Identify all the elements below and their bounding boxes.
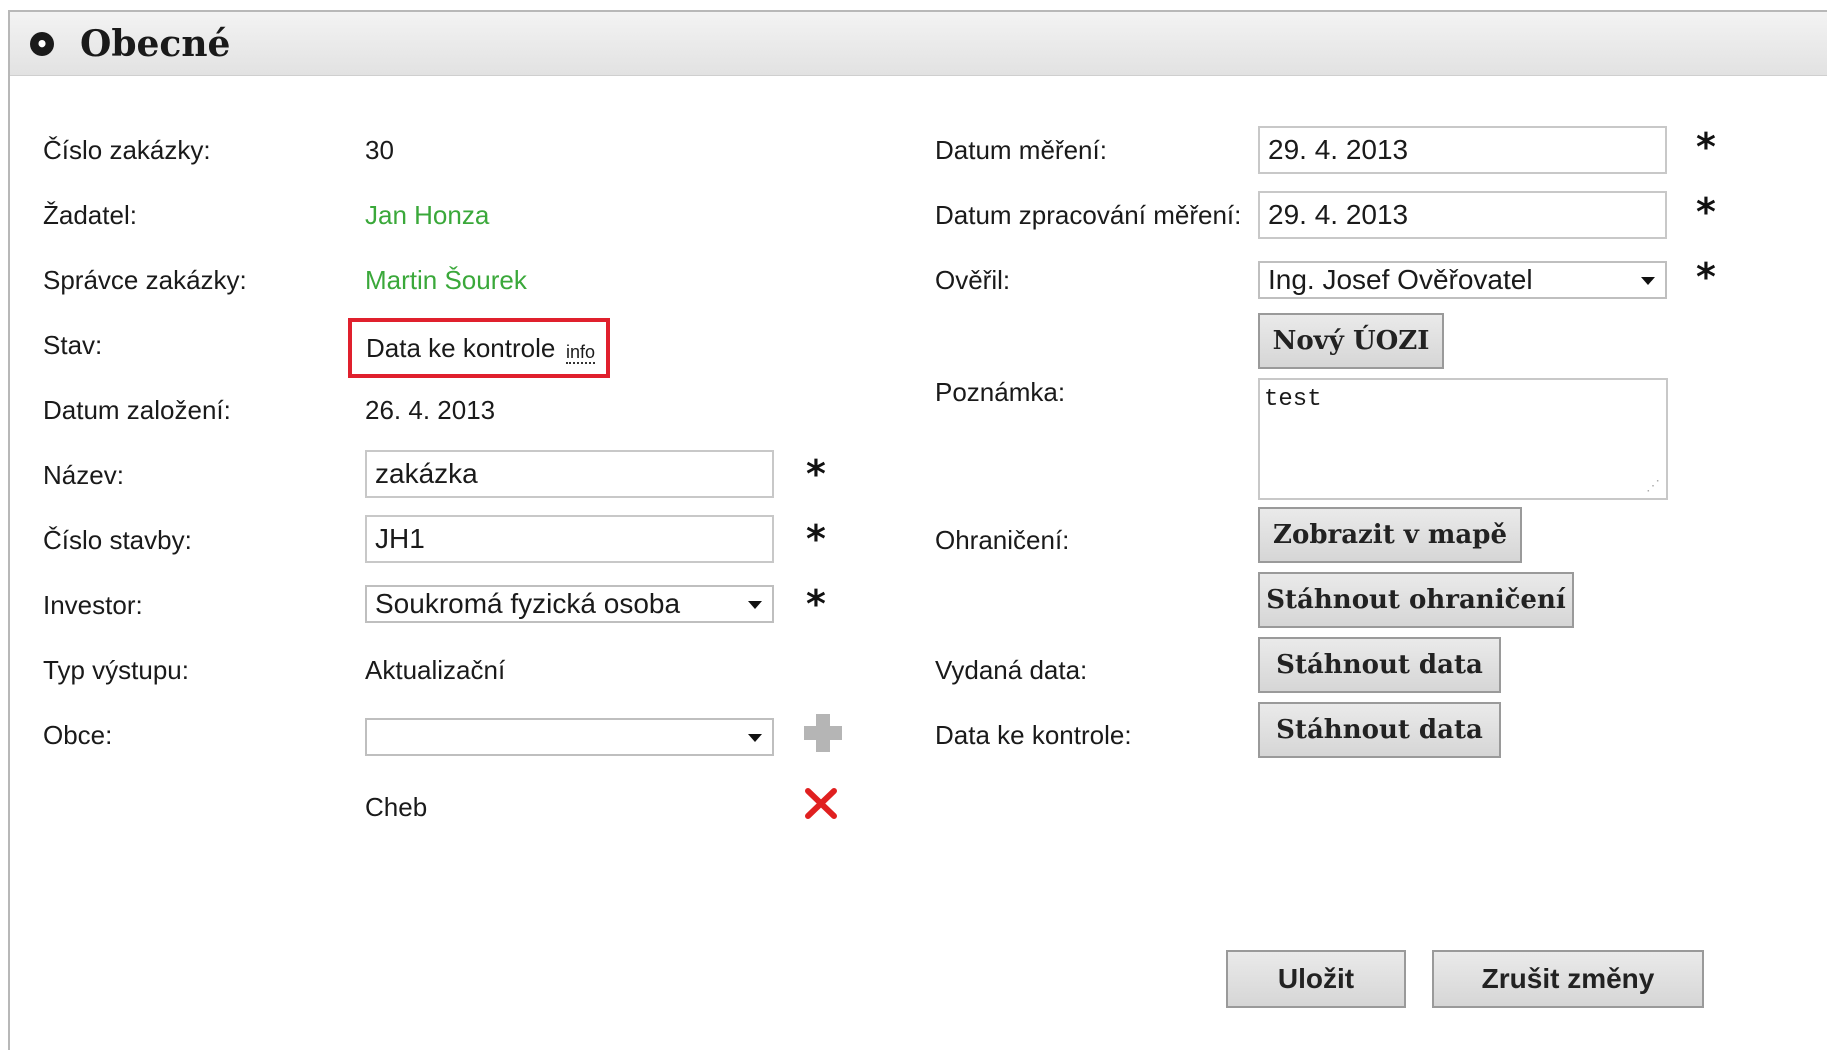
investor-select[interactable]: Soukromá fyzická osoba	[365, 585, 774, 623]
output-type-label: Typ výstupu:	[43, 655, 189, 685]
created-date-value: 26. 4. 2013	[365, 395, 496, 425]
municipality-item: Cheb	[365, 792, 428, 822]
processing-date-label: Datum zpracování měření:	[935, 200, 1242, 230]
add-municipality-icon[interactable]	[804, 714, 842, 752]
chevron-down-icon	[748, 601, 762, 609]
collapse-circle-icon[interactable]: •	[30, 32, 54, 56]
name-label: Název:	[43, 460, 124, 490]
status-info-link[interactable]: info	[566, 342, 596, 364]
panel-header[interactable]: • Obecné	[10, 12, 1827, 76]
output-type-value: Aktualizační	[365, 655, 506, 685]
building-number-label: Číslo stavby:	[43, 525, 192, 555]
verified-by-selected-value: Ing. Josef Ověřovatel	[1268, 264, 1533, 295]
investor-selected-value: Soukromá fyzická osoba	[375, 588, 681, 619]
issued-data-label: Vydaná data:	[935, 655, 1088, 685]
building-number-input[interactable]: JH1	[365, 515, 774, 563]
created-date-label: Datum založení:	[43, 395, 231, 425]
order-manager-link[interactable]: Martin Šourek	[365, 264, 527, 296]
municipalities-select[interactable]	[365, 718, 774, 756]
status-highlight: Data ke kontrole info	[348, 318, 610, 378]
measurement-date-input[interactable]: 29. 4. 2013	[1258, 126, 1667, 174]
note-textarea[interactable]: test ⋰	[1258, 378, 1668, 500]
chevron-down-icon	[1641, 277, 1655, 285]
boundary-label: Ohraničení:	[935, 525, 1070, 555]
verified-by-select[interactable]: Ing. Josef Ověřovatel	[1258, 261, 1667, 299]
investor-required-mark: *	[806, 582, 826, 626]
measurement-date-label: Datum měření:	[935, 135, 1107, 165]
name-input[interactable]: zakázka	[365, 450, 774, 498]
municipalities-label: Obce:	[43, 720, 113, 750]
cancel-changes-button[interactable]: Zrušit změny	[1432, 950, 1704, 1008]
note-label: Poznámka:	[935, 377, 1066, 407]
building-number-required-mark: *	[806, 517, 826, 561]
applicant-label: Žadatel:	[43, 200, 137, 230]
order-number-value: 30	[365, 135, 394, 165]
new-uozi-button[interactable]: Nový ÚOZI	[1258, 313, 1444, 369]
verified-by-label: Ověřil:	[935, 265, 1011, 295]
order-number-label: Číslo zakázky:	[43, 135, 211, 165]
note-text: test	[1264, 386, 1322, 413]
status-value: Data ke kontrole	[366, 333, 556, 363]
measurement-date-required-mark: *	[1696, 125, 1716, 169]
processing-date-required-mark: *	[1696, 190, 1716, 234]
show-in-map-button[interactable]: Zobrazit v mapě	[1258, 507, 1522, 563]
name-required-mark: *	[806, 452, 826, 496]
download-boundary-button[interactable]: Stáhnout ohraničení	[1258, 572, 1574, 628]
download-data-to-check-button[interactable]: Stáhnout data	[1258, 702, 1501, 758]
data-to-check-label: Data ke kontrole:	[935, 720, 1132, 750]
download-issued-data-button[interactable]: Stáhnout data	[1258, 637, 1501, 693]
panel-title: Obecné	[80, 23, 231, 65]
chevron-down-icon	[748, 734, 762, 742]
save-button[interactable]: Uložit	[1226, 950, 1406, 1008]
status-label: Stav:	[43, 330, 103, 360]
processing-date-input[interactable]: 29. 4. 2013	[1258, 191, 1667, 239]
order-manager-label: Správce zakázky:	[43, 265, 247, 295]
verified-by-required-mark: *	[1696, 255, 1716, 299]
resize-grip-icon[interactable]: ⋰	[1646, 480, 1660, 494]
investor-label: Investor:	[43, 590, 143, 620]
applicant-link[interactable]: Jan Honza	[365, 199, 489, 231]
delete-municipality-icon[interactable]	[804, 786, 838, 820]
